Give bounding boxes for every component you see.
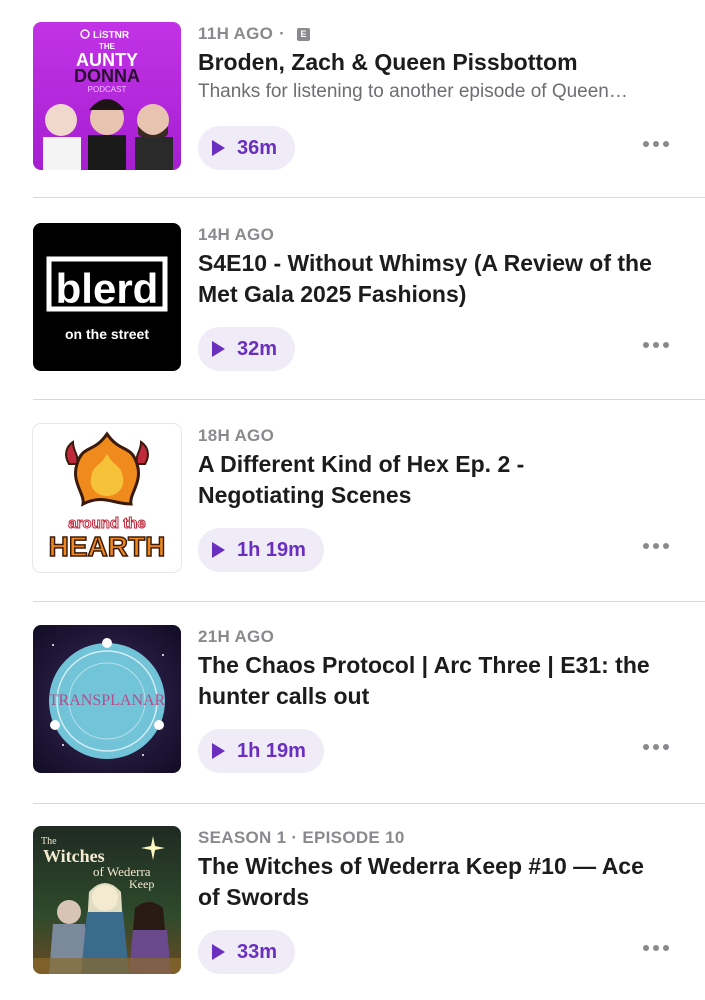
episode-row[interactable]: LiSTNR THE AUNTY DONNA PODCAST 11H AGO ·…: [0, 0, 705, 201]
meta-separator: ·: [279, 24, 286, 43]
art-text: PODCAST: [88, 85, 127, 94]
episode-description: Thanks for listening to another episode …: [198, 81, 628, 102]
play-button[interactable]: 1h 19m: [198, 528, 324, 572]
episode-row[interactable]: around the HEARTH 18H AGO A Different Ki…: [0, 402, 705, 603]
episode-row[interactable]: blerd on the street 14H AGO S4E10 - With…: [0, 201, 705, 402]
play-button[interactable]: 1h 19m: [198, 729, 324, 773]
episode-row[interactable]: The Witches of Wederra Keep SEASON 1 · E…: [0, 804, 705, 1000]
duration-label: 1h 19m: [237, 739, 306, 762]
more-options-icon[interactable]: [643, 543, 669, 549]
more-options-icon[interactable]: [643, 744, 669, 750]
episode-title-line: The Chaos Protocol | Arc Three | E31: th…: [198, 652, 650, 678]
duration-label: 32m: [237, 337, 278, 360]
play-icon: [212, 140, 225, 156]
aunty-donna-podcast-artwork[interactable]: LiSTNR THE AUNTY DONNA PODCAST: [33, 22, 181, 170]
episode-title[interactable]: The Chaos Protocol | Arc Three | E31: th…: [198, 650, 678, 712]
art-text: on the street: [65, 326, 149, 342]
episode-title-line: of Swords: [198, 884, 310, 910]
episode-title-line: The Witches of Wederra Keep #10 — Ace: [198, 853, 644, 879]
play-icon: [212, 944, 225, 960]
episode-title[interactable]: Broden, Zach & Queen Pissbottom: [198, 47, 678, 78]
episode-meta: 21H AGO: [198, 627, 275, 646]
art-text: around the: [68, 515, 146, 532]
art-text: Witches: [43, 846, 105, 866]
around-the-hearth-artwork[interactable]: around the HEARTH: [33, 424, 181, 572]
art-text: blerd: [56, 265, 159, 312]
episode-title-line: S4E10 - Without Whimsy (A Review of the: [198, 250, 652, 276]
play-icon: [212, 743, 225, 759]
duration-label: 36m: [237, 136, 278, 159]
blerd-on-the-street-artwork[interactable]: blerd on the street: [33, 223, 181, 371]
episode-title[interactable]: A Different Kind of Hex Ep. 2 - Negotiat…: [198, 449, 678, 511]
episode-title-line: Met Gala 2025 Fashions): [198, 281, 467, 307]
explicit-badge: E: [297, 27, 311, 41]
episode-meta: SEASON 1 · EPISODE 10: [198, 828, 405, 847]
more-options-icon[interactable]: [643, 342, 669, 348]
art-text: LiSTNR: [93, 30, 130, 41]
episode-meta: 14H AGO: [198, 225, 275, 244]
play-button[interactable]: 32m: [198, 327, 296, 371]
duration-label: 1h 19m: [237, 538, 306, 561]
more-options-icon[interactable]: [643, 945, 669, 951]
play-icon: [212, 341, 225, 357]
transplanar-artwork[interactable]: TRANSPLANAR: [33, 625, 181, 773]
play-button[interactable]: 33m: [198, 930, 296, 974]
episode-meta: 11H AGO · E: [198, 24, 311, 44]
play-icon: [212, 542, 225, 558]
episode-title-line: hunter calls out: [198, 683, 370, 709]
art-text: HEARTH: [49, 531, 166, 562]
episode-title-line: A Different Kind of Hex Ep. 2 -: [198, 451, 525, 477]
art-text: TRANSPLANAR: [49, 692, 166, 709]
witches-of-wederra-keep-artwork[interactable]: The Witches of Wederra Keep: [33, 826, 181, 974]
art-text: DONNA: [74, 66, 140, 86]
play-button[interactable]: 36m: [198, 126, 296, 170]
divider: [33, 197, 705, 198]
divider: [33, 399, 705, 400]
episode-meta: 18H AGO: [198, 426, 275, 445]
episode-title[interactable]: The Witches of Wederra Keep #10 — Ace of…: [198, 851, 678, 913]
episode-row[interactable]: TRANSPLANAR 21H AGO The Chaos Protocol |…: [0, 603, 705, 804]
episode-title[interactable]: S4E10 - Without Whimsy (A Review of the …: [198, 248, 678, 310]
divider: [33, 601, 705, 602]
episode-title-line: Negotiating Scenes: [198, 482, 412, 508]
art-text: Keep: [129, 877, 154, 891]
episode-age: 11H AGO: [198, 24, 274, 43]
more-options-icon[interactable]: [643, 141, 669, 147]
duration-label: 33m: [237, 940, 278, 963]
